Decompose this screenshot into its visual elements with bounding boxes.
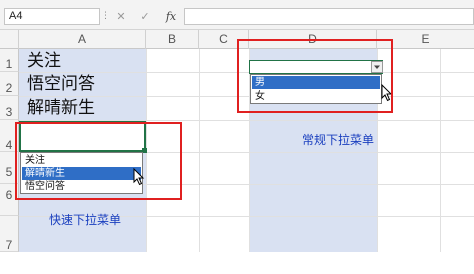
cell-a3[interactable]: 解晴新生 <box>19 97 146 120</box>
cell-a1[interactable]: 关注 <box>19 50 146 73</box>
row-header-7[interactable]: 7 <box>0 216 19 252</box>
cancel-button[interactable]: ✕ <box>112 8 130 25</box>
grid-line <box>199 49 200 252</box>
insert-function-button[interactable]: fx <box>160 8 182 25</box>
quick-dropdown-highlight <box>15 122 182 200</box>
normal-dropdown-annotation: 常规下拉菜单 <box>302 133 375 147</box>
row-header-2[interactable]: 2 <box>0 72 19 96</box>
confirm-button[interactable]: ✓ <box>136 8 154 25</box>
row-header-1[interactable]: 1 <box>0 49 19 72</box>
formula-input[interactable] <box>184 8 474 25</box>
column-header-a[interactable]: A <box>19 30 146 49</box>
select-all-corner[interactable] <box>0 30 19 49</box>
quick-dropdown-annotation: 快速下拉菜单 <box>49 213 122 227</box>
row-header-3[interactable]: 3 <box>0 96 19 120</box>
grid-line <box>440 49 441 252</box>
cell-a2[interactable]: 悟空问答 <box>19 73 146 96</box>
column-header-b[interactable]: B <box>146 30 199 49</box>
normal-dropdown-highlight <box>237 39 393 113</box>
resize-handle-icon[interactable]: ⋮ <box>101 8 110 25</box>
name-box[interactable]: A4 <box>4 8 100 25</box>
